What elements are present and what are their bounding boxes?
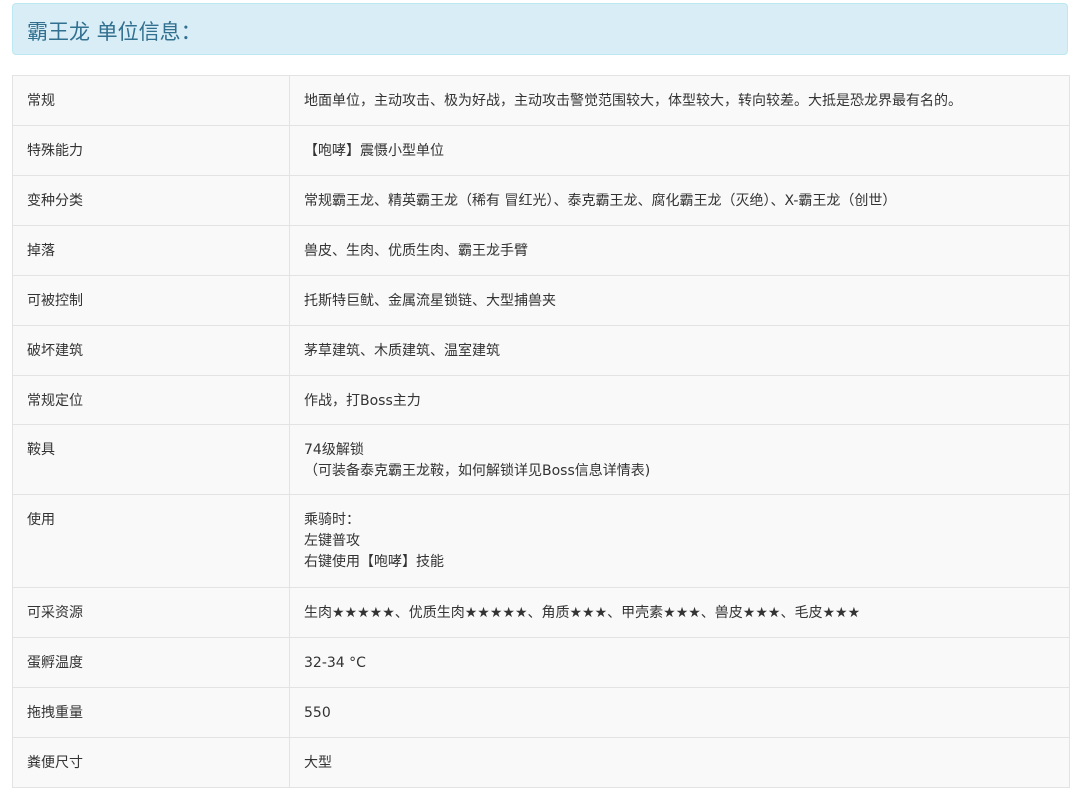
row-key: 特殊能力 xyxy=(12,125,290,176)
row-key: 可采资源 xyxy=(12,587,290,638)
row-value: 大型 xyxy=(289,737,1070,788)
value-line: 托斯特巨鱿、金属流星锁链、大型捕兽夹 xyxy=(304,293,556,309)
value-line: 550 xyxy=(304,705,331,721)
value-line: 兽皮、生肉、优质生肉、霸王龙手臂 xyxy=(304,243,528,259)
row-value: 550 xyxy=(289,687,1070,738)
row-value: 兽皮、生肉、优质生肉、霸王龙手臂 xyxy=(289,225,1070,276)
table-row: 常规 地面单位，主动攻击、极为好战，主动攻击警觉范围较大，体型较大，转向较差。大抵… xyxy=(12,75,1070,126)
row-key: 破坏建筑 xyxy=(12,325,290,376)
table-row: 粪便尺寸 大型 xyxy=(12,737,1070,788)
row-key: 使用 xyxy=(12,494,290,588)
row-key: 拖拽重量 xyxy=(12,687,290,738)
row-value: 茅草建筑、木质建筑、温室建筑 xyxy=(289,325,1070,376)
table-row: 可被控制 托斯特巨鱿、金属流星锁链、大型捕兽夹 xyxy=(12,275,1070,326)
value-line: 地面单位，主动攻击、极为好战，主动攻击警觉范围较大，体型较大，转向较差。大抵是恐… xyxy=(304,93,962,109)
row-key: 常规定位 xyxy=(12,375,290,425)
row-value: 托斯特巨鱿、金属流星锁链、大型捕兽夹 xyxy=(289,275,1070,326)
table-row: 破坏建筑 茅草建筑、木质建筑、温室建筑 xyxy=(12,325,1070,376)
value-line: 生肉★★★★★、优质生肉★★★★★、角质★★★、甲壳素★★★、兽皮★★★、毛皮★… xyxy=(304,605,861,621)
unit-info-table: 常规 地面单位，主动攻击、极为好战，主动攻击警觉范围较大，体型较大，转向较差。大抵… xyxy=(12,75,1070,788)
row-key: 变种分类 xyxy=(12,175,290,226)
value-line: 乘骑时： xyxy=(304,512,360,528)
value-line: 作战，打Boss主力 xyxy=(304,393,421,409)
row-value: 生肉★★★★★、优质生肉★★★★★、角质★★★、甲壳素★★★、兽皮★★★、毛皮★… xyxy=(289,587,1070,638)
value-line: 32-34 °C xyxy=(304,655,366,671)
table-row: 蛋孵温度 32-34 °C xyxy=(12,637,1070,688)
row-value: 【咆哮】震慑小型单位 xyxy=(289,125,1070,176)
table-row: 可采资源 生肉★★★★★、优质生肉★★★★★、角质★★★、甲壳素★★★、兽皮★★★… xyxy=(12,587,1070,638)
row-value: 地面单位，主动攻击、极为好战，主动攻击警觉范围较大，体型较大，转向较差。大抵是恐… xyxy=(289,75,1070,126)
table-row: 鞍具 74级解锁 （可装备泰克霸王龙鞍，如何解锁详见Boss信息详情表) xyxy=(12,424,1070,495)
row-key: 蛋孵温度 xyxy=(12,637,290,688)
table-row: 拖拽重量 550 xyxy=(12,687,1070,738)
row-key: 鞍具 xyxy=(12,424,290,495)
row-value: 74级解锁 （可装备泰克霸王龙鞍，如何解锁详见Boss信息详情表) xyxy=(289,424,1070,495)
row-key: 粪便尺寸 xyxy=(12,737,290,788)
row-key: 掉落 xyxy=(12,225,290,276)
value-line: 【咆哮】震慑小型单位 xyxy=(304,143,444,159)
value-line: 常规霸王龙、精英霸王龙（稀有 冒红光）、泰克霸王龙、腐化霸王龙（灭绝）、X-霸王… xyxy=(304,193,897,209)
value-line: 74级解锁 xyxy=(304,442,364,458)
value-line: 右键使用【咆哮】技能 xyxy=(304,554,444,570)
page-title: 霸王龙 单位信息： xyxy=(27,20,202,44)
value-line: 茅草建筑、木质建筑、温室建筑 xyxy=(304,343,500,359)
table-row: 掉落 兽皮、生肉、优质生肉、霸王龙手臂 xyxy=(12,225,1070,276)
table-row: 特殊能力 【咆哮】震慑小型单位 xyxy=(12,125,1070,176)
table-row: 变种分类 常规霸王龙、精英霸王龙（稀有 冒红光）、泰克霸王龙、腐化霸王龙（灭绝）、… xyxy=(12,175,1070,226)
value-line: （可装备泰克霸王龙鞍，如何解锁详见Boss信息详情表) xyxy=(304,463,651,479)
table-row: 使用 乘骑时： 左键普攻右键使用【咆哮】技能 xyxy=(12,494,1070,588)
row-key: 可被控制 xyxy=(12,275,290,326)
row-key: 常规 xyxy=(12,75,290,126)
row-value: 乘骑时： 左键普攻右键使用【咆哮】技能 xyxy=(289,494,1070,588)
table-row: 常规定位 作战，打Boss主力 xyxy=(12,375,1070,425)
row-value: 常规霸王龙、精英霸王龙（稀有 冒红光）、泰克霸王龙、腐化霸王龙（灭绝）、X-霸王… xyxy=(289,175,1070,226)
row-value: 作战，打Boss主力 xyxy=(289,375,1070,425)
value-line: 左键普攻 xyxy=(304,533,360,549)
row-value: 32-34 °C xyxy=(289,637,1070,688)
title-banner: 霸王龙 单位信息： xyxy=(12,3,1068,55)
value-line: 大型 xyxy=(304,755,332,771)
